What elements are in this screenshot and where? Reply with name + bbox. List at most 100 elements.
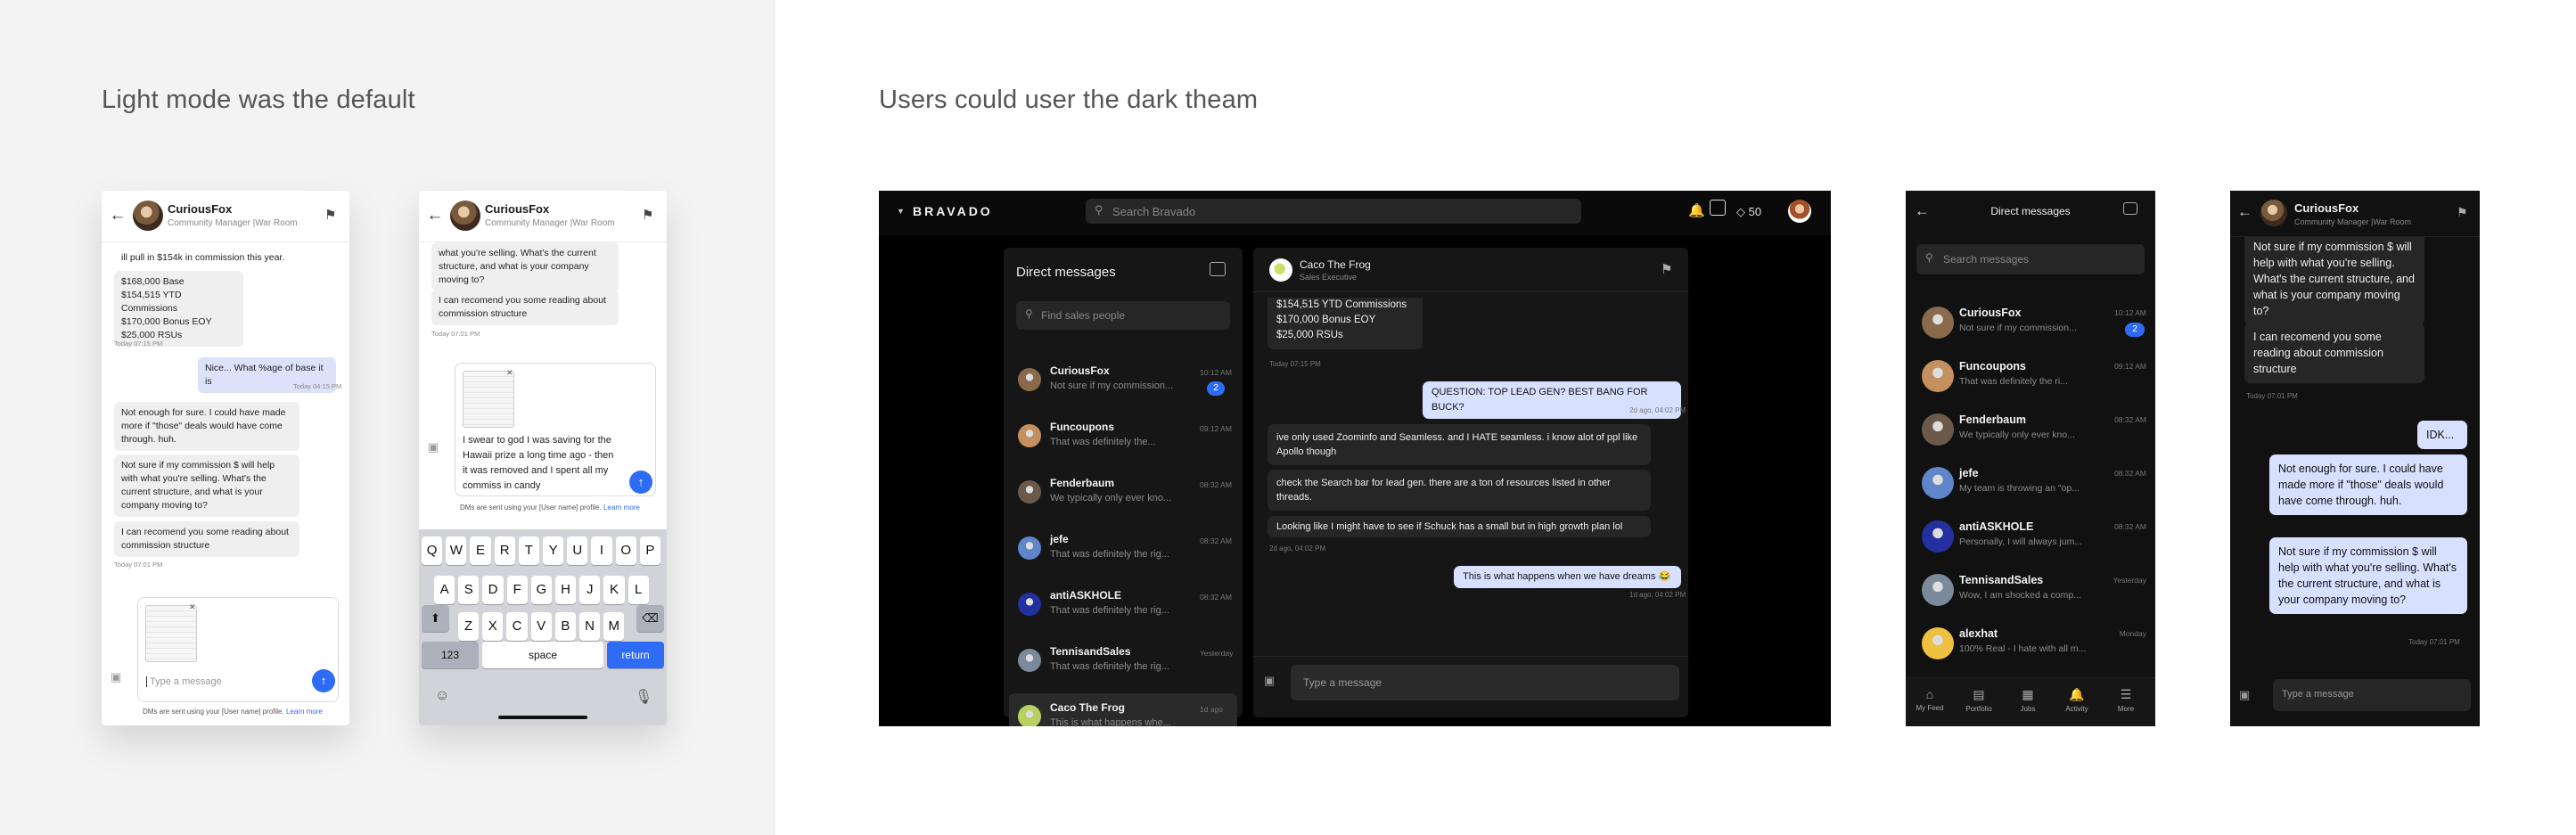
key-q[interactable]: Q xyxy=(422,536,443,565)
image-icon[interactable]: ▣ xyxy=(111,670,121,684)
key-t[interactable]: T xyxy=(518,536,539,565)
tab-more[interactable]: ☰ More xyxy=(2108,687,2144,713)
back-arrow-icon[interactable]: ← xyxy=(2237,203,2252,221)
compose-icon[interactable] xyxy=(1210,262,1226,276)
key-m[interactable]: M xyxy=(603,612,625,641)
close-icon[interactable]: ✕ xyxy=(189,602,196,612)
dm-list-item[interactable]: Funcoupons That was definitely the ri...… xyxy=(1906,349,2155,399)
space-key[interactable]: space xyxy=(482,642,603,668)
learn-more-link[interactable]: Learn more xyxy=(286,708,323,716)
message-input[interactable]: Type a message xyxy=(1291,665,1679,700)
microphone-icon[interactable]: 🎙 xyxy=(635,688,652,706)
notification-bell-icon[interactable]: 🔔 xyxy=(1688,202,1705,218)
dm-list-item[interactable]: TennisandSales Wow, I am shocked a comp.… xyxy=(1906,563,2155,613)
shift-key[interactable]: ⬆ xyxy=(422,605,449,632)
key-f[interactable]: F xyxy=(506,576,528,604)
return-key[interactable]: return xyxy=(607,642,664,668)
divider xyxy=(1253,656,1688,657)
dm-list-item[interactable]: antiASKHOLE Personally, I will always ju… xyxy=(1906,510,2155,560)
message-input[interactable]: Type a message xyxy=(2273,679,2471,711)
flag-icon[interactable]: ⚑ xyxy=(2457,205,2468,220)
message-composer[interactable]: ✕ Type a message ↑ xyxy=(137,597,339,702)
attachment-thumbnail[interactable] xyxy=(463,371,514,428)
brand-logo[interactable]: BRAVADO xyxy=(913,204,993,218)
dm-list-item[interactable]: Fenderbaum We typically only ever kno...… xyxy=(1906,403,2155,453)
dm-list-item[interactable]: Fenderbaum We typically only ever kno...… xyxy=(1009,469,1237,519)
key-d[interactable]: D xyxy=(482,576,504,604)
key-x[interactable]: X xyxy=(482,612,504,641)
dm-list-item[interactable]: TennisandSales That was definitely the r… xyxy=(1009,637,1237,687)
image-icon[interactable]: ▣ xyxy=(2239,688,2250,702)
message-input[interactable]: Type a message xyxy=(146,676,222,687)
learn-more-link[interactable]: Learn more xyxy=(603,503,640,512)
key-v[interactable]: V xyxy=(530,612,552,641)
dm-list-item[interactable]: CuriousFox Not sure if my commission... … xyxy=(1009,356,1237,406)
message-input[interactable]: I swear to god I was saving for the Hawa… xyxy=(463,433,619,494)
key-h[interactable]: H xyxy=(555,576,577,604)
send-button[interactable]: ↑ xyxy=(312,669,335,692)
key-w[interactable]: W xyxy=(446,536,467,565)
key-r[interactable]: R xyxy=(494,536,515,565)
attachment-thumbnail[interactable] xyxy=(145,605,197,662)
global-search-input[interactable]: ⚲ Search Bravado xyxy=(1086,199,1581,224)
dm-list-item[interactable]: Funcoupons That was definitely the... 09… xyxy=(1009,413,1237,463)
send-button[interactable]: ↑ xyxy=(629,471,652,494)
back-arrow-icon[interactable]: ← xyxy=(109,206,127,225)
dm-list-item[interactable]: CuriousFox Not sure if my commission... … xyxy=(1906,296,2155,346)
key-b[interactable]: B xyxy=(554,612,576,641)
numbers-key[interactable]: 123 xyxy=(422,642,479,668)
key-p[interactable]: P xyxy=(639,536,660,565)
dm-list-item[interactable]: antiASKHOLE That was definitely the rig.… xyxy=(1009,581,1237,631)
tab-portfolio[interactable]: ▤ Portfolio xyxy=(1961,687,1997,713)
key-k[interactable]: K xyxy=(603,576,625,604)
flag-icon[interactable]: ⚑ xyxy=(1661,261,1672,277)
key-z[interactable]: Z xyxy=(458,612,480,641)
light-mode-heading: Light mode was the default xyxy=(102,86,415,114)
dm-list-item[interactable]: jefe My team is throwing an "op... 08:32… xyxy=(1906,456,2155,506)
key-n[interactable]: N xyxy=(579,612,601,641)
avatar[interactable] xyxy=(450,201,480,231)
emoji-icon[interactable]: ☺ xyxy=(435,688,449,704)
key-c[interactable]: C xyxy=(506,612,528,641)
avatar xyxy=(1018,368,1041,391)
avatar xyxy=(1922,360,1954,392)
close-icon[interactable]: ✕ xyxy=(506,368,513,378)
flag-icon[interactable]: ⚑ xyxy=(642,207,653,223)
image-icon[interactable]: ▣ xyxy=(428,440,439,454)
tab-label: Activity xyxy=(2065,705,2088,713)
tab-my-feed[interactable]: ⌂ My Feed xyxy=(1912,687,1948,712)
back-arrow-icon[interactable]: ← xyxy=(426,206,444,225)
key-e[interactable]: E xyxy=(470,536,491,565)
tab-jobs[interactable]: ▦ Jobs xyxy=(2010,687,2046,713)
search-messages-input[interactable]: ⚲ Search messages xyxy=(1916,244,2145,274)
key-l[interactable]: L xyxy=(628,576,649,604)
message-bubble: I can recomend you some reading about co… xyxy=(2244,323,2424,383)
image-icon[interactable]: ▣ xyxy=(1264,674,1275,688)
avatar[interactable] xyxy=(1269,258,1292,282)
message-composer[interactable]: ✕ I swear to god I was saving for the Ha… xyxy=(455,363,656,496)
tab-activity[interactable]: 🔔 Activity xyxy=(2059,687,2095,713)
find-people-input[interactable]: ⚲ Find sales people xyxy=(1016,301,1230,330)
messages-icon[interactable] xyxy=(1710,200,1726,216)
key-s[interactable]: S xyxy=(458,576,480,604)
key-u[interactable]: U xyxy=(567,536,588,565)
key-a[interactable]: A xyxy=(434,576,455,604)
key-g[interactable]: G xyxy=(530,576,552,604)
dm-list-item[interactable]: alexhat 100% Real - I hate with all m...… xyxy=(1906,617,2155,667)
compose-icon[interactable] xyxy=(2123,202,2137,215)
key-i[interactable]: I xyxy=(591,536,612,565)
dm-list-item[interactable]: jefe That was definitely the rig... 08:3… xyxy=(1009,525,1237,575)
avatar[interactable] xyxy=(133,201,163,231)
key-j[interactable]: J xyxy=(579,576,601,604)
avatar[interactable] xyxy=(2260,200,2287,226)
timestamp: Today 07:15 PM xyxy=(114,340,163,348)
flag-icon[interactable]: ⚑ xyxy=(324,207,336,223)
delete-key[interactable]: ⌫ xyxy=(636,605,664,632)
dm-name: CuriousFox xyxy=(1050,364,1110,377)
points-counter[interactable]: ◇ 50 xyxy=(1736,205,1761,219)
user-avatar[interactable] xyxy=(1788,200,1811,223)
dm-list-item[interactable]: Caco The Frog This is what happens whe..… xyxy=(1009,693,1237,726)
key-y[interactable]: Y xyxy=(543,536,564,565)
menu-chevron-icon[interactable]: ▼ xyxy=(897,207,905,216)
key-o[interactable]: O xyxy=(615,536,636,565)
